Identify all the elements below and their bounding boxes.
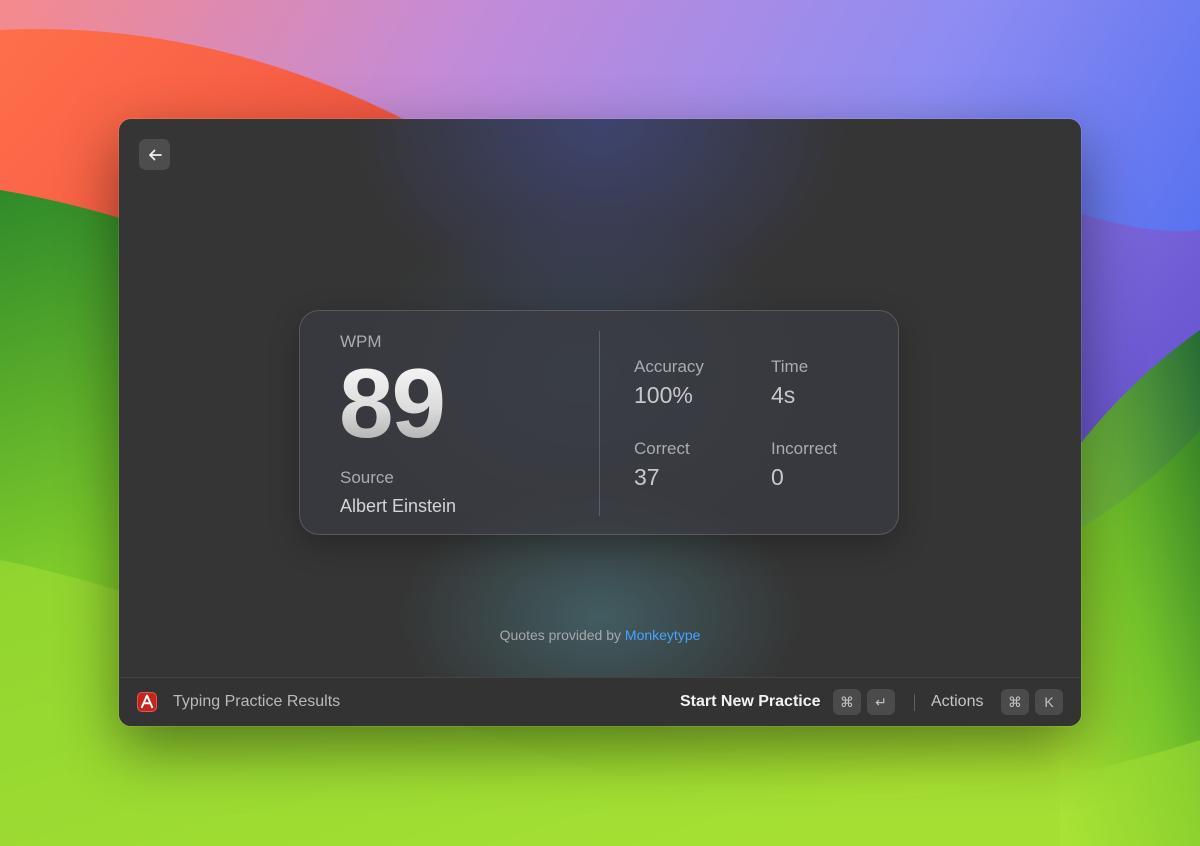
credit-prefix: Quotes provided by (499, 627, 622, 643)
window-title: Typing Practice Results (173, 693, 341, 710)
accuracy-value: 100% (634, 382, 693, 408)
wpm-value: 89 (339, 348, 446, 458)
source-label: Source (340, 468, 394, 487)
k-key-icon: K (1035, 689, 1063, 715)
command-key-icon: ⌘ (1001, 689, 1029, 715)
start-new-practice-button[interactable]: Start New Practice (680, 693, 821, 711)
actions-button[interactable]: Actions (931, 693, 983, 711)
quotes-credit: Quotes provided by Monkeytype (119, 627, 1081, 643)
time-value: 4s (771, 382, 796, 408)
correct-label: Correct (634, 439, 690, 458)
time-label: Time (771, 357, 809, 376)
return-key-icon: ↵ (867, 689, 895, 715)
card-divider (599, 331, 600, 516)
incorrect-label: Incorrect (771, 439, 838, 458)
correct-value: 37 (634, 464, 660, 490)
arrow-left-icon (148, 149, 162, 160)
results-card: WPM 89 Source Albert Einstein Accuracy 1… (299, 310, 899, 535)
accuracy-label: Accuracy (634, 357, 704, 376)
results-window: WPM 89 Source Albert Einstein Accuracy 1… (119, 119, 1081, 726)
app-logo-icon (137, 692, 157, 712)
command-key-icon: ⌘ (833, 689, 861, 715)
bar-separator (914, 694, 915, 711)
monkeytype-link[interactable]: Monkeytype (625, 627, 700, 643)
incorrect-value: 0 (771, 464, 784, 490)
source-value: Albert Einstein (340, 496, 457, 516)
action-bar: Typing Practice Results Start New Practi… (119, 677, 1081, 726)
back-button[interactable] (139, 139, 170, 170)
